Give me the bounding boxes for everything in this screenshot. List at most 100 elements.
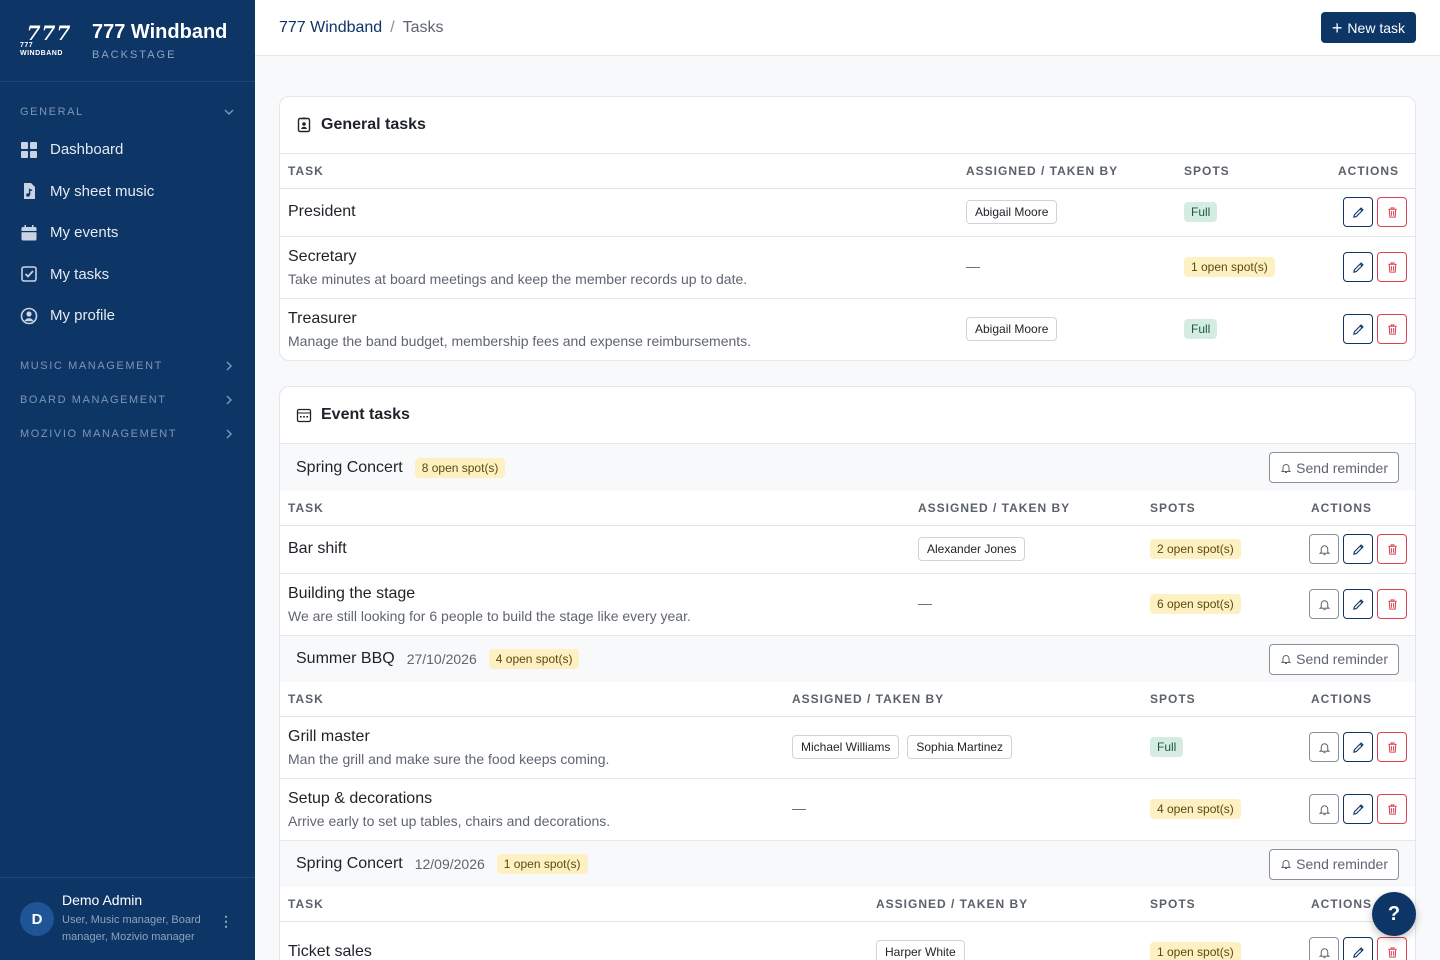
event-group-header: Summer BBQ 27/10/2026 4 open spot(s) Sen… xyxy=(280,635,1415,682)
table-row: Secretary Take minutes at board meetings … xyxy=(280,236,1415,299)
edit-button[interactable] xyxy=(1343,589,1373,620)
help-button[interactable]: ? xyxy=(1372,892,1416,936)
delete-button[interactable] xyxy=(1377,794,1407,825)
sidebar-item-dashboard[interactable]: Dashboard xyxy=(0,129,255,171)
sheet-music-icon xyxy=(24,183,35,200)
task-description: Manage the band budget, membership fees … xyxy=(288,332,752,349)
sidebar: 777 777 WINDBAND 777 Windband BACKSTAGE … xyxy=(0,0,255,960)
edit-button[interactable] xyxy=(1343,937,1373,960)
delete-button[interactable] xyxy=(1377,252,1407,282)
general-tasks-header: General tasks xyxy=(280,97,1415,154)
edit-button[interactable] xyxy=(1343,732,1373,762)
dashboard-icon xyxy=(21,141,37,158)
breadcrumb-current: Tasks xyxy=(402,18,444,36)
sidebar-item-events[interactable]: My events xyxy=(0,212,255,254)
task-title: Secretary xyxy=(288,247,357,265)
section-label: BOARD MANAGEMENT xyxy=(20,393,167,406)
assignee-chip: Sophia Martinez xyxy=(907,735,1013,759)
task-title: Grill master xyxy=(288,727,370,745)
remind-button[interactable] xyxy=(1309,732,1339,762)
bell-icon xyxy=(1318,600,1330,610)
bell-icon xyxy=(1318,544,1330,555)
task-title: Bar shift xyxy=(288,540,347,557)
task-title: Setup & decorations xyxy=(288,789,433,807)
send-reminder-label: Send reminder xyxy=(1296,856,1388,872)
bell-icon xyxy=(1318,805,1330,815)
sidebar-item-tasks[interactable]: My tasks xyxy=(0,254,255,296)
section-board-management[interactable]: BOARD MANAGEMENT xyxy=(0,383,255,417)
event-tasks-table: TASK ASSIGNED / TAKEN BY SPOTS ACTIONS T… xyxy=(280,887,1415,960)
delete-button[interactable] xyxy=(1377,314,1407,345)
event-name: Summer BBQ xyxy=(296,650,395,667)
edit-button[interactable] xyxy=(1343,794,1373,825)
remind-button[interactable] xyxy=(1309,794,1339,825)
section-general-toggle[interactable]: GENERAL xyxy=(0,95,255,129)
breadcrumb-root[interactable]: 777 Windband xyxy=(279,19,382,36)
event-tasks-table: TASK ASSIGNED / TAKEN BY SPOTS ACTIONS G… xyxy=(280,682,1415,840)
user-roles: User, Music manager, Board manager, Mozi… xyxy=(62,914,201,943)
column-header-task: TASK xyxy=(280,682,784,717)
sidebar-item-label: My events xyxy=(50,224,119,242)
chevron-right-icon xyxy=(226,428,233,439)
no-assignee: — xyxy=(966,258,980,274)
column-header-spots: SPOTS xyxy=(1142,491,1290,526)
edit-button[interactable] xyxy=(1343,314,1373,345)
badge-icon xyxy=(297,117,311,133)
delete-button[interactable] xyxy=(1377,937,1407,960)
pencil-icon xyxy=(1352,206,1364,218)
sidebar-item-sheet-music[interactable]: My sheet music xyxy=(0,171,255,213)
pencil-icon xyxy=(1352,599,1364,610)
breadcrumb-separator: / xyxy=(390,18,395,36)
trash-icon xyxy=(1387,543,1397,555)
user-circle-icon xyxy=(20,307,38,325)
send-reminder-button[interactable]: Send reminder xyxy=(1269,848,1399,880)
new-task-button[interactable]: + New task xyxy=(1320,12,1416,43)
user-menu[interactable]: D Demo Admin User, Music manager, Board … xyxy=(0,877,255,960)
event-open-spots-badge: 1 open spot(s) xyxy=(496,854,588,874)
send-reminder-button[interactable]: Send reminder xyxy=(1269,452,1399,483)
remind-button[interactable] xyxy=(1309,534,1339,564)
column-header-actions: ACTIONS xyxy=(1290,682,1415,717)
table-row: Building the stage We are still looking f… xyxy=(280,573,1415,635)
sidebar-item-label: Dashboard xyxy=(50,141,124,159)
brand-logo: 777 777 WINDBAND xyxy=(20,20,72,57)
edit-button[interactable] xyxy=(1343,534,1373,564)
delete-button[interactable] xyxy=(1377,197,1407,227)
trash-icon xyxy=(1387,804,1397,815)
checkbox-icon xyxy=(21,266,37,283)
event-tasks-table: TASK ASSIGNED / TAKEN BY SPOTS ACTIONS B… xyxy=(280,491,1415,635)
general-tasks-title: General tasks xyxy=(321,116,426,133)
edit-button[interactable] xyxy=(1343,197,1373,227)
brand[interactable]: 777 777 WINDBAND 777 Windband BACKSTAGE xyxy=(0,0,255,82)
column-header-assigned: ASSIGNED / TAKEN BY xyxy=(868,887,1142,922)
delete-button[interactable] xyxy=(1377,732,1407,762)
main-content: General tasks TASK ASSIGNED / TAKEN BY S… xyxy=(255,56,1440,960)
edit-button[interactable] xyxy=(1343,252,1373,282)
event-group-header: Spring Concert 8 open spot(s) Send remin… xyxy=(280,444,1415,491)
send-reminder-button[interactable]: Send reminder xyxy=(1269,643,1399,675)
brand-subtitle: BACKSTAGE xyxy=(92,49,177,61)
delete-button[interactable] xyxy=(1377,589,1407,620)
section-label: MOZIVIO MANAGEMENT xyxy=(20,427,178,440)
spots-badge: Full xyxy=(1184,202,1218,222)
delete-button[interactable] xyxy=(1377,534,1407,564)
column-header-task: TASK xyxy=(280,154,958,189)
sidebar-nav: Dashboard My sheet music My events My ta… xyxy=(0,129,255,337)
trash-icon xyxy=(1387,206,1397,218)
column-header-assigned: ASSIGNED / TAKEN BY xyxy=(910,491,1142,526)
remind-button[interactable] xyxy=(1309,937,1339,960)
remind-button[interactable] xyxy=(1309,589,1339,620)
section-mozivio-management[interactable]: MOZIVIO MANAGEMENT xyxy=(0,417,255,451)
section-music-management[interactable]: MUSIC MANAGEMENT xyxy=(0,349,255,383)
send-reminder-label: Send reminder xyxy=(1296,651,1388,667)
topbar: 777 Windband / Tasks + New task xyxy=(255,0,1440,56)
pencil-icon xyxy=(1352,543,1364,555)
bell-icon xyxy=(1280,655,1292,664)
task-title: Treasurer xyxy=(288,309,357,327)
sidebar-item-profile[interactable]: My profile xyxy=(0,295,255,337)
more-vertical-icon[interactable]: ⋮ xyxy=(219,914,233,928)
bell-icon xyxy=(1280,463,1292,473)
spots-badge: Full xyxy=(1184,319,1218,340)
event-date: 12/09/2026 xyxy=(414,856,485,872)
bell-icon xyxy=(1318,742,1330,753)
